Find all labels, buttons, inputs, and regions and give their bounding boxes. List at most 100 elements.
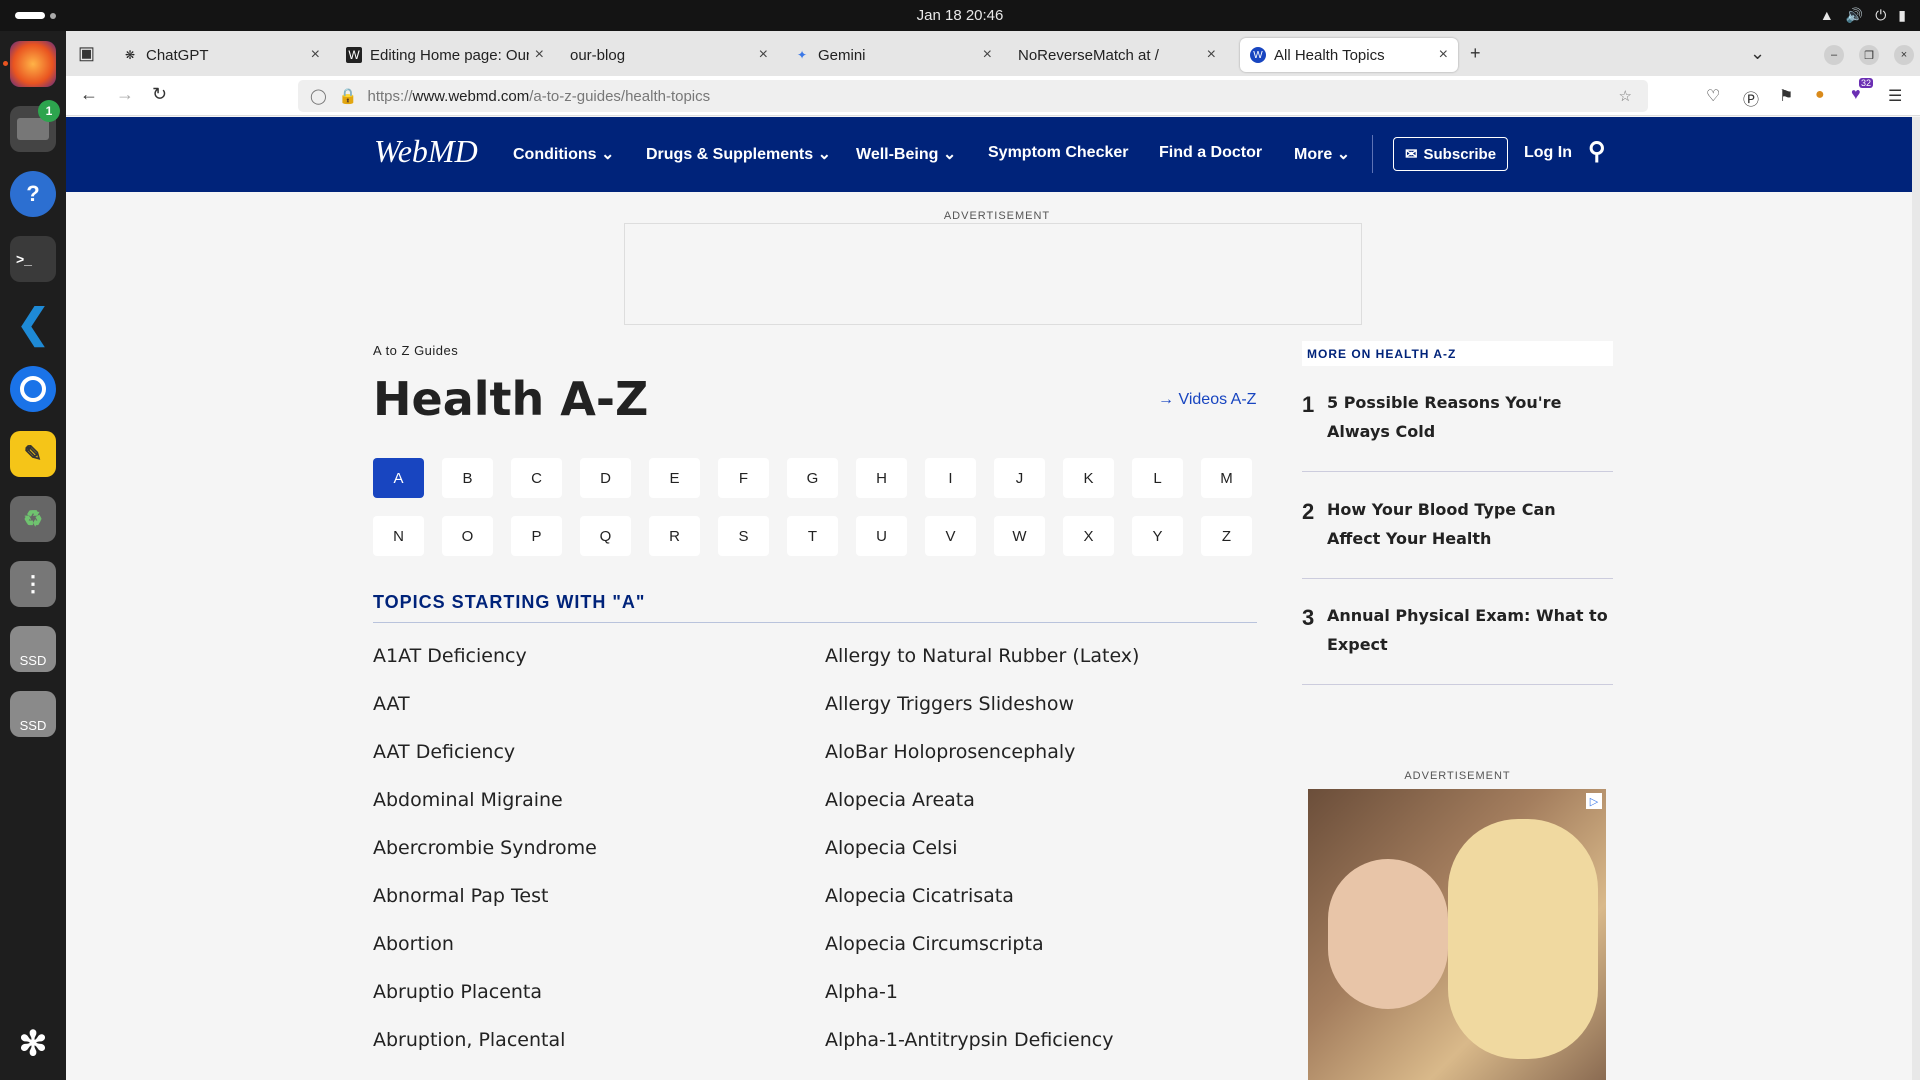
letter-c-button[interactable]: C (511, 458, 562, 498)
topic-link[interactable]: Abdominal Migraine (373, 789, 563, 811)
back-icon[interactable]: ← (80, 84, 98, 105)
letter-i-button[interactable]: I (925, 458, 976, 498)
letter-j-button[interactable]: J (994, 458, 1045, 498)
close-icon[interactable]: × (759, 46, 768, 64)
close-icon[interactable]: × (311, 46, 320, 64)
letter-a-button[interactable]: A (373, 458, 424, 498)
tab-chatgpt[interactable]: ❋ ChatGPT × (112, 38, 330, 72)
chromium-icon[interactable] (10, 366, 56, 412)
wifi-icon[interactable]: ▲ (1820, 7, 1834, 24)
sidebar-ad-image[interactable]: ▷ (1308, 789, 1606, 1080)
topic-link[interactable]: Abercrombie Syndrome (373, 837, 597, 859)
nav-symptom-checker[interactable]: Symptom Checker (988, 144, 1129, 162)
letter-b-button[interactable]: B (442, 458, 493, 498)
topic-link[interactable]: AloBar Holoprosencephaly (825, 741, 1075, 763)
letter-k-button[interactable]: K (1063, 458, 1114, 498)
sidebar-item[interactable]: 1 5 Possible Reasons You're Always Cold (1302, 388, 1613, 472)
letter-q-button[interactable]: Q (580, 516, 631, 556)
ubuntu-apps-icon[interactable]: ✻ (10, 1021, 56, 1067)
letter-z-button[interactable]: Z (1201, 516, 1252, 556)
letter-w-button[interactable]: W (994, 516, 1045, 556)
letter-u-button[interactable]: U (856, 516, 907, 556)
close-icon[interactable]: × (983, 46, 992, 64)
tab-all-health-topics[interactable]: W All Health Topics × (1240, 38, 1458, 72)
address-bar[interactable]: ◯ 🔒 https://www.webmd.com/a-to-z-guides/… (298, 80, 1648, 112)
nav-conditions[interactable]: Conditions ⌄ (513, 144, 614, 164)
close-icon[interactable]: × (1207, 46, 1216, 64)
topic-link[interactable]: Abruptio Placenta (373, 981, 542, 1003)
topic-link[interactable]: A1AT Deficiency (373, 645, 527, 667)
letter-n-button[interactable]: N (373, 516, 424, 556)
profile-n-icon[interactable]: Ⓟ (1743, 86, 1759, 110)
letter-l-button[interactable]: L (1132, 458, 1183, 498)
letter-o-button[interactable]: O (442, 516, 493, 556)
login-link[interactable]: Log In (1524, 144, 1572, 162)
shield-icon[interactable]: ◯ (310, 87, 327, 105)
topic-link[interactable]: Alopecia Areata (825, 789, 975, 811)
topic-link[interactable]: Alopecia Circumscripta (825, 933, 1044, 955)
bookmark-star-icon[interactable]: ☆ (1619, 87, 1632, 105)
item-title[interactable]: Annual Physical Exam: What to Expect (1327, 601, 1613, 659)
topic-link[interactable]: Abnormal Pap Test (373, 885, 548, 907)
letter-h-button[interactable]: H (856, 458, 907, 498)
extension-color-icon[interactable]: ● (1815, 86, 1825, 104)
firefox-icon[interactable] (10, 41, 56, 87)
sidebar-item[interactable]: 2 How Your Blood Type Can Affect Your He… (1302, 495, 1613, 579)
topic-link[interactable]: Alpha-1-Antitrypsin Deficiency (825, 1029, 1113, 1051)
battery-icon[interactable]: ▮ (1898, 7, 1906, 24)
text-editor-icon[interactable]: ✎ (10, 431, 56, 477)
tab-list-chevron-down-icon[interactable]: ⌄ (1750, 43, 1765, 64)
topic-link[interactable]: Allergy Triggers Slideshow (825, 693, 1074, 715)
minimize-icon[interactable]: – (1824, 45, 1844, 65)
topic-link[interactable]: AAT Deficiency (373, 741, 515, 763)
hamburger-menu-icon[interactable]: ☰ (1888, 86, 1902, 106)
reload-icon[interactable]: ↻ (152, 84, 167, 105)
topic-link[interactable]: Alopecia Cicatrisata (825, 885, 1014, 907)
pocket-icon[interactable]: ♡ (1706, 86, 1720, 106)
tab-noreversematch[interactable]: NoReverseMatch at / × (1008, 38, 1226, 72)
nav-drugs-supplements[interactable]: Drugs & Supplements ⌄ (646, 144, 831, 164)
close-icon[interactable]: × (535, 46, 544, 64)
forward-icon[interactable]: → (116, 84, 134, 105)
topic-link[interactable]: Alpha-1 (825, 981, 898, 1003)
webmd-logo[interactable]: WebMD (374, 133, 478, 170)
letter-m-button[interactable]: M (1201, 458, 1252, 498)
letter-d-button[interactable]: D (580, 458, 631, 498)
system-clock[interactable]: Jan 18 20:46 (0, 7, 1920, 24)
extensions-icon[interactable]: ⚑ (1779, 86, 1793, 106)
adchoices-icon[interactable]: ▷ (1586, 793, 1602, 809)
letter-x-button[interactable]: X (1063, 516, 1114, 556)
topic-link[interactable]: Allergy to Natural Rubber (Latex) (825, 645, 1139, 667)
item-title[interactable]: 5 Possible Reasons You're Always Cold (1327, 388, 1613, 446)
tab-overview-icon[interactable]: ▣ (78, 43, 95, 64)
new-tab-icon[interactable]: + (1470, 43, 1481, 64)
topic-link[interactable]: AAT (373, 693, 410, 715)
extension-shield-icon[interactable]: ♥ 32 (1851, 78, 1874, 104)
ssd-drive-icon[interactable]: SSD (10, 626, 56, 672)
sidebar-item[interactable]: 3 Annual Physical Exam: What to Expect (1302, 601, 1613, 685)
help-icon[interactable]: ? (10, 171, 56, 217)
lock-icon[interactable]: 🔒 (339, 87, 358, 105)
power-icon[interactable]: ⏻ (1875, 7, 1886, 24)
letter-t-button[interactable]: T (787, 516, 838, 556)
videos-a-z-link[interactable]: → Videos A-Z (1158, 391, 1256, 409)
close-window-icon[interactable]: × (1894, 45, 1914, 65)
ssd-drive-icon-2[interactable]: SSD (10, 691, 56, 737)
page-scrollbar[interactable] (1912, 117, 1920, 1080)
close-icon[interactable]: × (1439, 46, 1448, 64)
letter-v-button[interactable]: V (925, 516, 976, 556)
terminal-icon[interactable]: >_ (10, 236, 56, 282)
nav-more[interactable]: More ⌄ (1294, 144, 1350, 164)
letter-p-button[interactable]: P (511, 516, 562, 556)
search-icon[interactable]: ⚲ (1588, 137, 1606, 166)
app-grid-icon[interactable]: ⋮ (10, 561, 56, 607)
letter-r-button[interactable]: R (649, 516, 700, 556)
advertisement-banner[interactable] (624, 223, 1362, 325)
nav-well-being[interactable]: Well-Being ⌄ (856, 144, 956, 164)
tab-gemini[interactable]: ✦ Gemini × (784, 38, 1002, 72)
letter-y-button[interactable]: Y (1132, 516, 1183, 556)
subscribe-button[interactable]: ✉ Subscribe (1393, 137, 1508, 171)
letter-f-button[interactable]: F (718, 458, 769, 498)
item-title[interactable]: How Your Blood Type Can Affect Your Heal… (1327, 495, 1613, 553)
topic-link[interactable]: Alopecia Celsi (825, 837, 957, 859)
